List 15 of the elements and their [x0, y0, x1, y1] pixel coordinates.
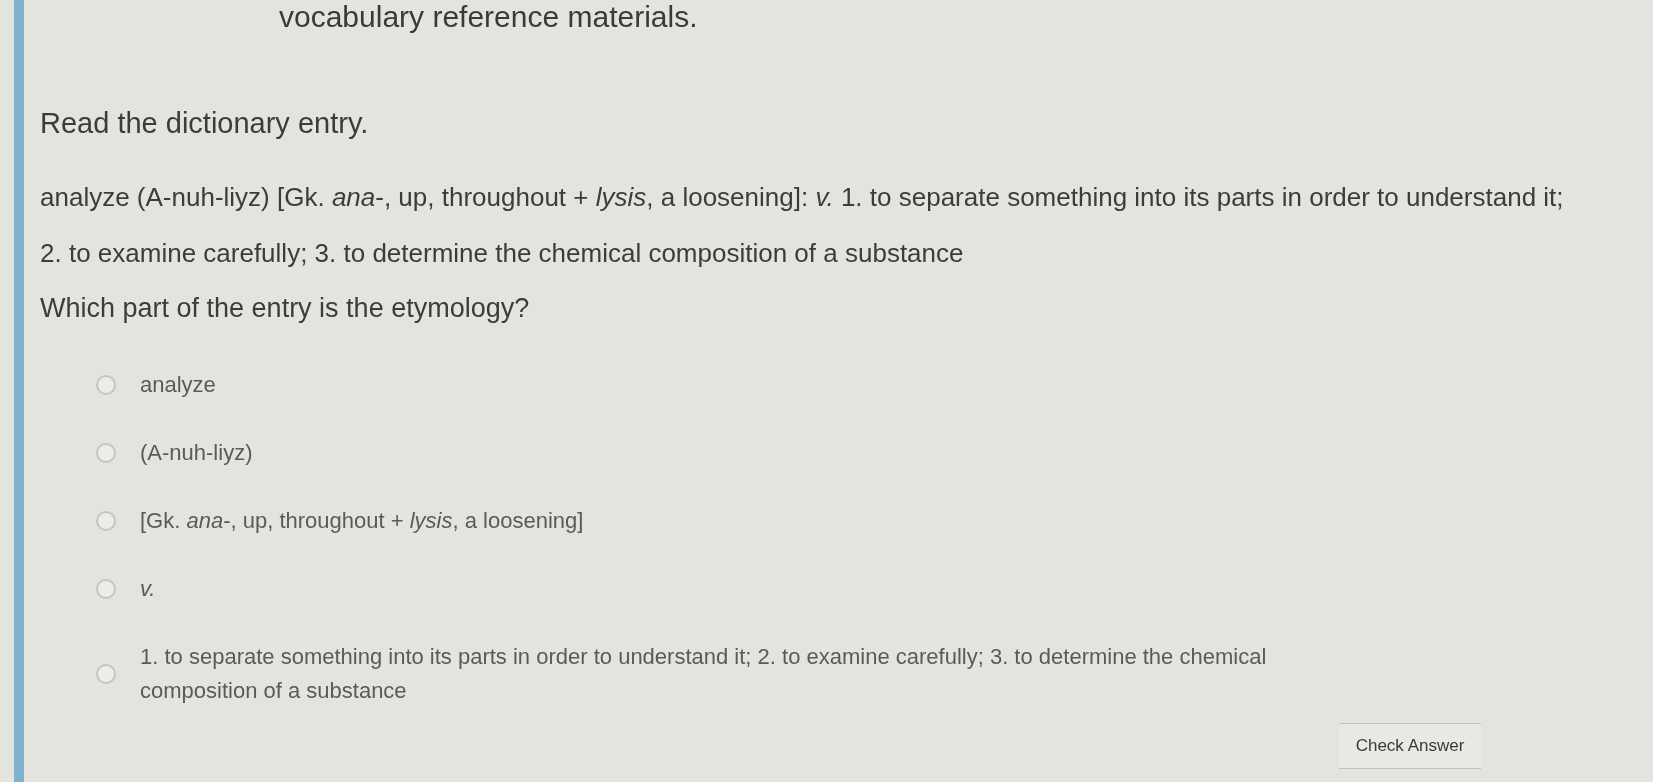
check-answer-button[interactable]: Check Answer	[1339, 723, 1481, 769]
radio-button[interactable]	[96, 664, 116, 684]
page-title: vocabulary reference materials.	[279, 0, 698, 33]
dictionary-entry: analyze (A-nuh-liyz) [Gk. ana-, up, throughout + lysis, a loosening]: v. 1. to separate something into its parts in order to understand it; 2. to examine carefully; 3. to determine the chemical composition of a substance	[40, 181, 1565, 270]
radio-button[interactable]	[96, 579, 116, 599]
answer-option[interactable]: [Gk. ana-, up, throughout + lysis, a loosening]	[96, 504, 584, 538]
question-text: Which part of the entry is the etymology?	[40, 293, 530, 323]
answer-option[interactable]: v.	[96, 572, 156, 606]
radio-button[interactable]	[96, 511, 116, 531]
answer-option[interactable]: (A-nuh-liyz)	[96, 436, 253, 470]
radio-button[interactable]	[96, 375, 116, 395]
instruction-text: Read the dictionary entry.	[40, 107, 369, 139]
answer-option[interactable]: 1. to separate something into its parts in order to understand it; 2. to examine carefully; 3. to determine the chemical composition of a substance	[96, 640, 1340, 708]
radio-button[interactable]	[96, 443, 116, 463]
answer-option[interactable]: analyze	[96, 368, 216, 402]
